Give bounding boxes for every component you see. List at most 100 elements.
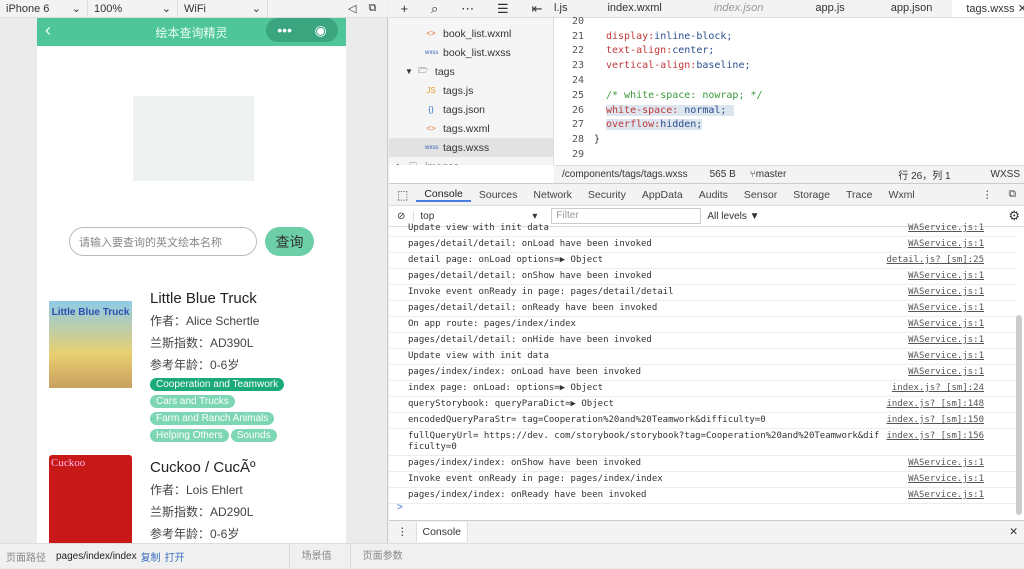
network-value: WiFi bbox=[184, 3, 206, 15]
tree-item-selected[interactable]: wxsstags.wxss bbox=[389, 138, 553, 157]
zoom-select[interactable]: 100%⌄ bbox=[88, 0, 178, 18]
page-params-button[interactable]: 页面参数 bbox=[350, 544, 403, 569]
inspect-icon[interactable]: ⬚ bbox=[389, 188, 416, 202]
tab-appdata[interactable]: AppData bbox=[634, 189, 691, 201]
log-source-link[interactable]: WAService.js:1 bbox=[908, 319, 984, 330]
context-select[interactable]: top▾ bbox=[413, 211, 543, 222]
clear-console-icon[interactable]: ⊘ bbox=[397, 211, 405, 222]
zoom-value: 100% bbox=[94, 3, 122, 15]
git-branch[interactable]: master bbox=[756, 169, 787, 180]
window-icon[interactable]: ⧉ bbox=[368, 2, 376, 15]
tree-item[interactable]: JStags.js bbox=[389, 81, 553, 100]
log-source-link[interactable]: WAService.js:1 bbox=[908, 490, 984, 501]
tab-network[interactable]: Network bbox=[525, 189, 580, 201]
tag[interactable]: Helping Others bbox=[150, 429, 229, 442]
css-property: overflow: bbox=[606, 119, 660, 130]
tab-console[interactable]: Console bbox=[416, 188, 471, 202]
log-source-link[interactable]: WAService.js:1 bbox=[908, 474, 984, 485]
log-source-link[interactable]: WAService.js:1 bbox=[908, 239, 984, 250]
tab-storage[interactable]: Storage bbox=[785, 189, 838, 201]
log-source-link[interactable]: index.js? [sm]:24 bbox=[892, 383, 984, 394]
log-message: pages/detail/detail: onHide have been in… bbox=[408, 335, 652, 346]
device-value: iPhone 6 bbox=[6, 3, 49, 15]
tab-trace[interactable]: Trace bbox=[838, 189, 880, 201]
language-mode[interactable]: WXSS bbox=[991, 169, 1020, 180]
tab-audits[interactable]: Audits bbox=[691, 189, 736, 201]
book-item[interactable]: Cuckoo / CucÃº 作者：Lois Ehlert 兰斯指数：AD290… bbox=[150, 459, 340, 542]
line-number: 26 bbox=[554, 105, 584, 116]
tag[interactable]: Cars and Trucks bbox=[150, 395, 235, 408]
search-input[interactable]: 请输入要查询的英文绘本名称 bbox=[69, 227, 257, 256]
tree-label: book_list.wxml bbox=[443, 28, 511, 40]
more-icon[interactable]: ••• bbox=[277, 22, 292, 38]
json-icon: {} bbox=[425, 105, 437, 114]
cover-title: Cuckoo bbox=[51, 457, 85, 469]
copy-link[interactable]: 复制 bbox=[141, 549, 161, 564]
caret-down-icon: ▾ bbox=[532, 211, 537, 222]
book-cover[interactable]: Cuckoo bbox=[49, 455, 132, 543]
query-button[interactable]: 查询 bbox=[265, 227, 314, 256]
undock-icon[interactable]: ⧉ bbox=[1001, 188, 1024, 201]
log-source-link[interactable]: index.js? [sm]:148 bbox=[886, 399, 984, 410]
tree-item[interactable]: wxssbook_list.wxss bbox=[389, 43, 553, 62]
log-message: On app route: pages/index/index bbox=[408, 319, 576, 330]
log-source-link[interactable]: WAService.js:1 bbox=[908, 351, 984, 362]
line-number: 27 bbox=[554, 119, 584, 130]
folder-icon: 🗀 bbox=[407, 160, 419, 166]
log-source-link[interactable]: WAService.js:1 bbox=[908, 287, 984, 298]
caret-right-icon: ▶ bbox=[397, 162, 403, 165]
tree-folder[interactable]: ▶🗀images bbox=[389, 157, 553, 165]
back-icon[interactable]: ‹ bbox=[45, 20, 51, 41]
console-scrollbar[interactable] bbox=[1016, 315, 1022, 515]
close-target-icon[interactable]: ◉ bbox=[315, 22, 327, 39]
log-source-link[interactable]: WAService.js:1 bbox=[908, 335, 984, 346]
book-author: 作者：Lois Ehlert bbox=[150, 481, 340, 498]
speaker-icon[interactable]: ◁ bbox=[348, 2, 356, 15]
log-message: Invoke event onReady in page: pages/deta… bbox=[408, 287, 674, 298]
tag[interactable]: Sounds bbox=[231, 429, 277, 442]
kebab-menu-icon[interactable]: ⋮ bbox=[974, 189, 1001, 201]
split-icon[interactable]: ⇤ bbox=[532, 1, 543, 17]
collapse-icon[interactable]: ☰ bbox=[497, 1, 509, 17]
log-source-link[interactable]: WAService.js:1 bbox=[908, 367, 984, 378]
log-entry: pages/detail/detail: onReady have been i… bbox=[389, 301, 1017, 317]
tag[interactable]: Cooperation and Teamwork bbox=[150, 378, 284, 391]
open-link[interactable]: 打开 bbox=[165, 549, 185, 564]
tree-item[interactable]: <>book_list.wxml bbox=[389, 24, 553, 43]
log-source-link[interactable]: index.js? [sm]:156 bbox=[886, 431, 984, 453]
drawer-tab-console[interactable]: Console bbox=[416, 522, 469, 542]
tab-sources[interactable]: Sources bbox=[471, 189, 526, 201]
bottom-status-bar: 页面路径 pages/index/index 复制 打开 场景值 页面参数 bbox=[0, 543, 1024, 568]
book-cover[interactable]: Little Blue Truck bbox=[49, 301, 132, 388]
tab-sensor[interactable]: Sensor bbox=[736, 189, 785, 201]
log-source-link[interactable]: WAService.js:1 bbox=[908, 223, 984, 234]
more-icon[interactable]: ⋯ bbox=[461, 1, 474, 17]
device-select[interactable]: iPhone 6⌄ bbox=[0, 0, 88, 18]
log-source-link[interactable]: WAService.js:1 bbox=[908, 303, 984, 314]
close-icon[interactable]: ✕ bbox=[1009, 526, 1018, 538]
tag[interactable]: Farm and Ranch Animals bbox=[150, 412, 274, 425]
tab-wxml[interactable]: Wxml bbox=[880, 189, 922, 201]
tree-folder[interactable]: ▼🗁tags bbox=[389, 62, 553, 81]
tree-item[interactable]: {}tags.json bbox=[389, 100, 553, 119]
css-value: inline-block; bbox=[654, 31, 732, 42]
tab-security[interactable]: Security bbox=[580, 189, 634, 201]
log-source-link[interactable]: index.js? [sm]:150 bbox=[886, 415, 984, 426]
log-message: pages/detail/detail: onReady have been i… bbox=[408, 303, 657, 314]
levels-select[interactable]: All levels ▼ bbox=[707, 211, 759, 222]
log-source-link[interactable]: WAService.js:1 bbox=[908, 458, 984, 469]
scene-value-button[interactable]: 场景值 bbox=[289, 544, 332, 569]
search-icon[interactable]: ⌕ bbox=[431, 1, 438, 17]
book-item[interactable]: Little Blue Truck 作者：Alice Schertle 兰斯指数… bbox=[150, 290, 340, 444]
log-entry: queryStorybook: queryParaDict=▶ Objectin… bbox=[389, 397, 1017, 413]
code-editor[interactable]: 20 21display: inline-block; 22text-align… bbox=[554, 14, 1024, 161]
kebab-menu-icon[interactable]: ⋮ bbox=[397, 526, 408, 538]
add-icon[interactable]: + bbox=[400, 1, 408, 16]
network-select[interactable]: WiFi⌄ bbox=[178, 0, 268, 18]
page-path: pages/index/index bbox=[56, 551, 137, 562]
console-prompt[interactable]: > bbox=[397, 502, 403, 513]
log-source-link[interactable]: detail.js? [sm]:25 bbox=[886, 255, 984, 266]
log-source-link[interactable]: WAService.js:1 bbox=[908, 271, 984, 282]
tree-label: tags.wxss bbox=[443, 142, 489, 154]
tree-item[interactable]: <>tags.wxml bbox=[389, 119, 553, 138]
